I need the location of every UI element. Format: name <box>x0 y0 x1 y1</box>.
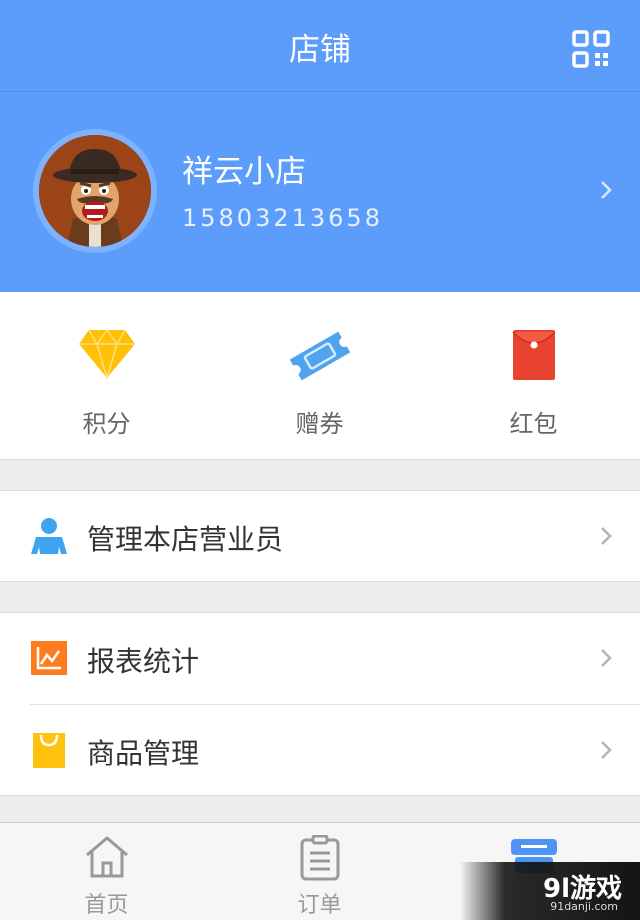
chevron-right-icon <box>600 740 612 764</box>
benefits-section: 积分 赠券 红包 <box>0 292 640 460</box>
manage-staff-row[interactable]: 管理本店营业员 <box>0 491 640 581</box>
person-icon <box>30 517 68 555</box>
shop-phone: 15803213658 <box>182 204 383 232</box>
qr-code-icon[interactable] <box>572 30 610 68</box>
red-envelope-entry[interactable]: 红包 <box>427 292 640 460</box>
tab-home[interactable]: 首页 <box>0 823 213 920</box>
chevron-right-icon <box>600 180 612 204</box>
shop-name: 祥云小店 <box>182 154 306 190</box>
page-title: 店铺 <box>289 32 351 68</box>
shopping-bag-icon <box>30 731 68 769</box>
coupon-entry[interactable]: 赠券 <box>213 292 426 460</box>
shop-profile-card[interactable]: 祥云小店 15803213658 <box>0 92 640 292</box>
red-envelope-label: 红包 <box>509 410 558 438</box>
clipboard-icon <box>299 834 341 885</box>
home-icon <box>83 835 131 883</box>
coupon-label: 赠券 <box>295 410 344 438</box>
tab-orders[interactable]: 订单 <box>213 823 426 920</box>
points-label: 积分 <box>82 410 131 438</box>
reports-label: 报表统计 <box>87 645 200 678</box>
products-label: 商品管理 <box>87 737 200 770</box>
diamond-icon <box>77 328 137 384</box>
staff-card: 管理本店营业员 <box>0 490 640 582</box>
management-card: 报表统计 商品管理 <box>0 612 640 796</box>
tab-orders-label: 订单 <box>297 893 342 918</box>
avatar-frame <box>33 129 157 253</box>
chevron-right-icon <box>600 526 612 550</box>
top-navigation-bar: 店铺 <box>0 0 640 92</box>
red-envelope-icon <box>511 328 556 386</box>
chart-icon <box>30 639 68 677</box>
points-entry[interactable]: 积分 <box>0 292 213 460</box>
products-row[interactable]: 商品管理 <box>0 705 640 795</box>
tab-home-label: 首页 <box>84 893 129 918</box>
ticket-icon <box>286 328 354 388</box>
watermark-url: 91danji.com <box>550 900 618 913</box>
manage-staff-label: 管理本店营业员 <box>87 523 284 556</box>
reports-row[interactable]: 报表统计 <box>0 613 640 703</box>
chevron-right-icon <box>600 648 612 672</box>
avatar <box>39 135 151 247</box>
site-watermark: 9l游戏 91danji.com <box>460 862 640 920</box>
